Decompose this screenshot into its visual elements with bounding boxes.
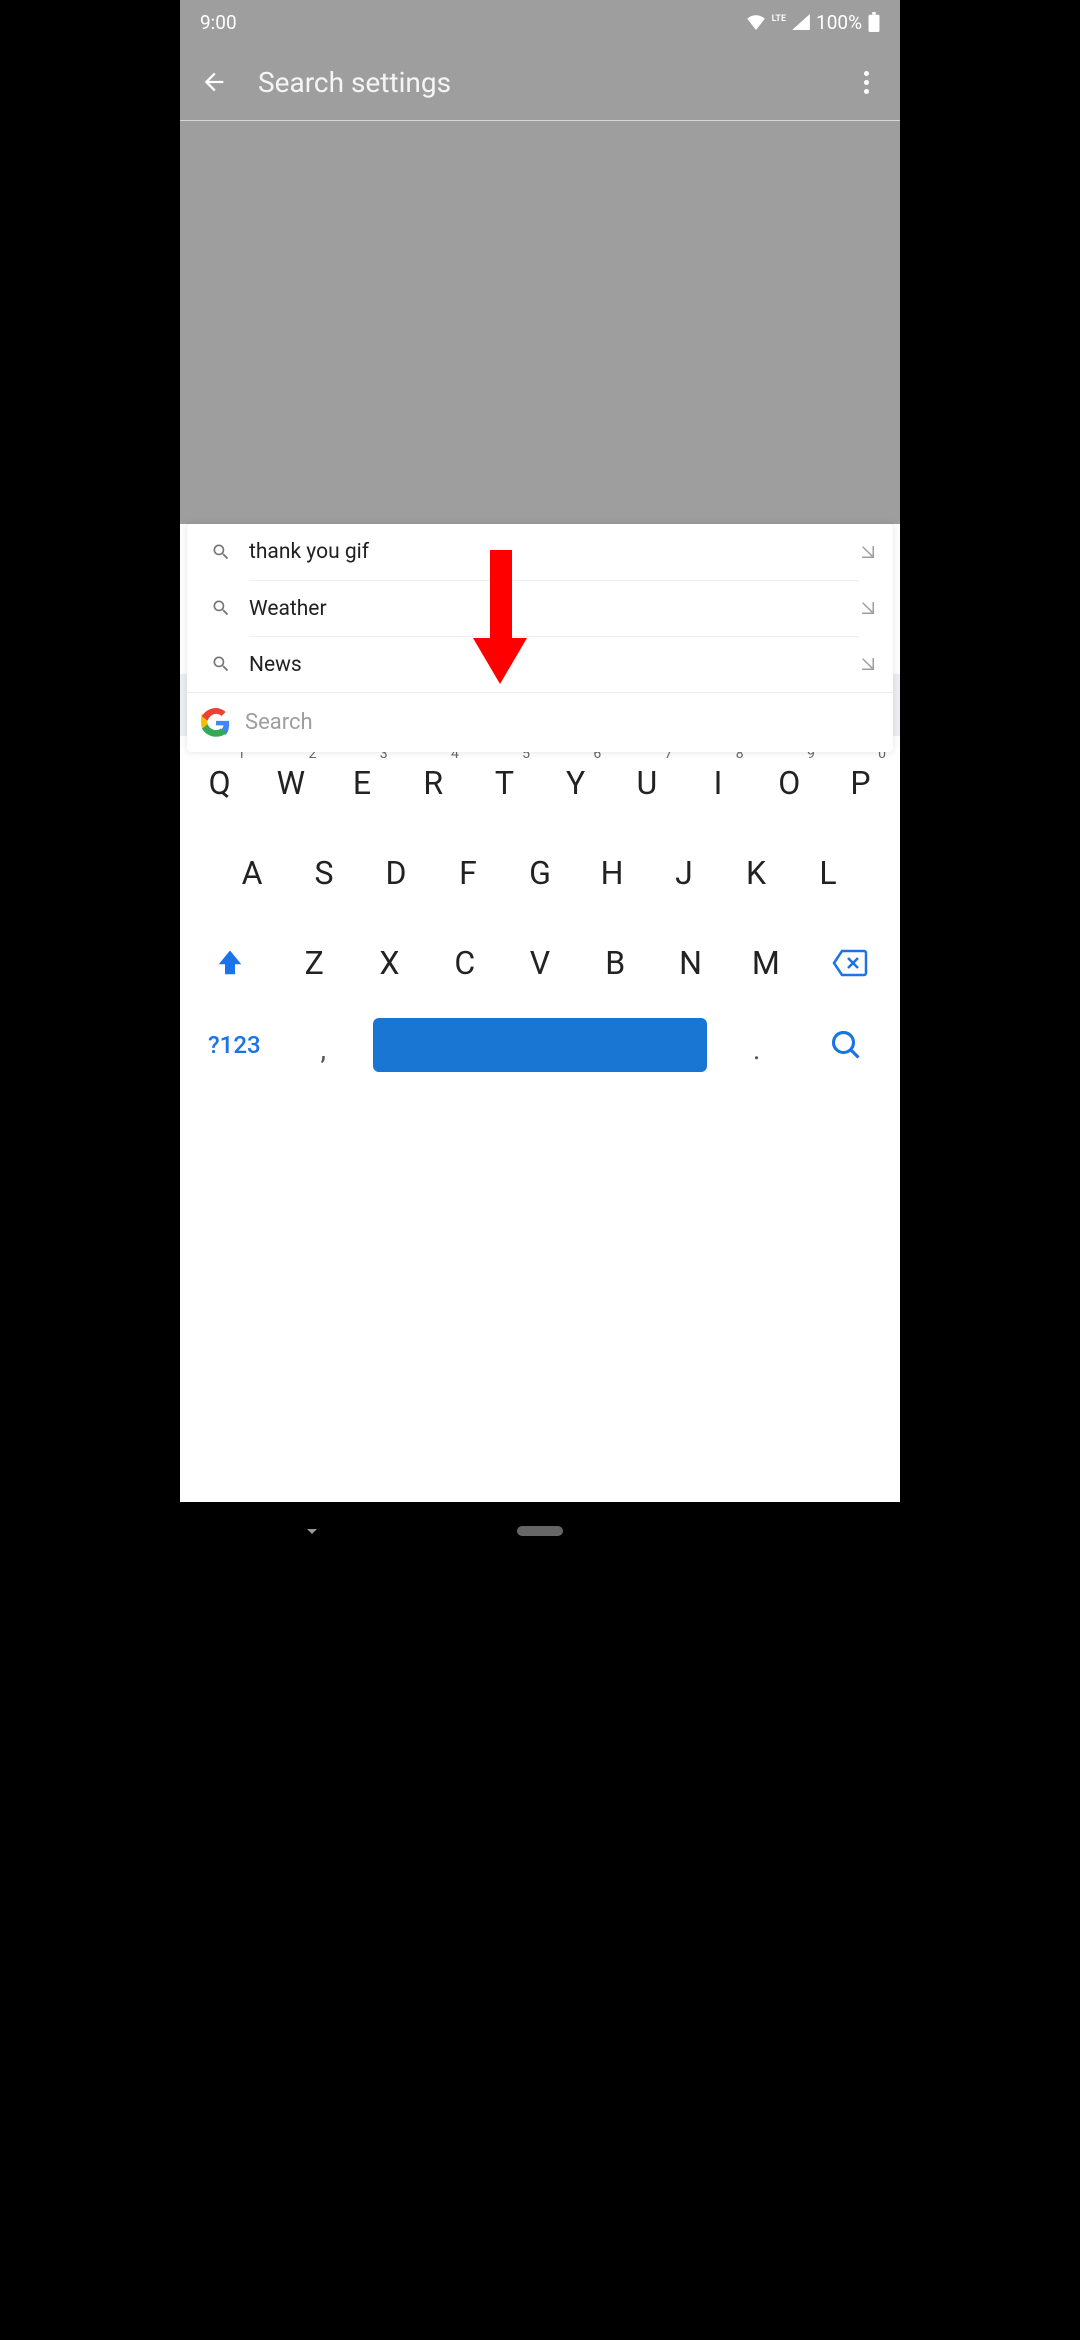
key-c[interactable]: C [427,922,502,1004]
signal-icon [792,14,810,30]
key-i[interactable]: 8I [682,742,753,824]
appbar-divider [180,120,900,121]
backspace-icon [832,949,868,977]
search-suggestions-panel: thank you gif Weather News Search [187,524,893,752]
key-t[interactable]: 5T [469,742,540,824]
keyboard: 1Q2W3E4R5T6Y7U8I9O0P ASDFGHJKL ZXCVBNM ?… [180,736,900,1502]
key-b[interactable]: B [578,922,653,1004]
back-button[interactable] [194,62,234,102]
annotation-arrow [473,550,527,684]
search-placeholder: Search [245,710,313,735]
key-y[interactable]: 6Y [540,742,611,824]
search-icon [211,654,231,674]
search-action-key[interactable] [795,1004,896,1086]
status-icons: LTE 100% [746,11,880,34]
google-logo-icon [201,708,231,738]
key-d[interactable]: D [360,832,432,914]
search-icon [211,598,231,618]
suggestion-row[interactable]: Weather [187,580,893,636]
key-g[interactable]: G [504,832,576,914]
shift-key[interactable] [184,922,277,1004]
keyboard-row-1: 1Q2W3E4R5T6Y7U8I9O0P [184,742,896,824]
suggestion-row[interactable]: News [187,636,893,692]
comma-key[interactable]: , [285,1004,362,1086]
backspace-key[interactable] [803,922,896,1004]
app-bar: Search settings [180,44,900,120]
key-p[interactable]: 0P [825,742,896,824]
key-o[interactable]: 9O [754,742,825,824]
key-w[interactable]: 2W [255,742,326,824]
key-a[interactable]: A [216,832,288,914]
key-z[interactable]: Z [277,922,352,1004]
search-settings-input[interactable]: Search settings [234,66,846,99]
key-q[interactable]: 1Q [184,742,255,824]
insert-suggestion-icon[interactable] [859,655,877,673]
shift-icon [215,948,245,978]
navigation-bar [180,1502,900,1560]
key-e[interactable]: 3E [326,742,397,824]
key-h[interactable]: H [576,832,648,914]
suggestion-text: thank you gif [249,524,859,580]
keyboard-row-2: ASDFGHJKL [184,832,896,914]
home-pill[interactable] [517,1526,563,1536]
arrow-back-icon [200,68,228,96]
status-bar: 9:00 LTE 100% [180,0,900,44]
key-f[interactable]: F [432,832,504,914]
insert-suggestion-icon[interactable] [859,543,877,561]
more-vert-icon [864,71,869,76]
key-r[interactable]: 4R [398,742,469,824]
key-j[interactable]: J [648,832,720,914]
battery-icon [868,12,880,32]
keyboard-row-4: ?123 , . [184,1004,896,1086]
spacebar-key[interactable] [362,1004,718,1086]
battery-percent: 100% [816,11,862,34]
google-search-input[interactable]: Search [187,692,893,752]
wifi-icon [746,14,766,30]
key-k[interactable]: K [720,832,792,914]
key-s[interactable]: S [288,832,360,914]
suggestion-text: Weather [249,580,859,636]
suggestion-text: News [249,636,859,692]
keyboard-row-3: ZXCVBNM [184,922,896,1004]
key-l[interactable]: L [792,832,864,914]
network-label: LTE [772,15,786,24]
key-u[interactable]: 7U [611,742,682,824]
key-x[interactable]: X [352,922,427,1004]
search-icon [831,1030,861,1060]
overflow-menu-button[interactable] [846,71,886,94]
period-key[interactable]: . [718,1004,795,1086]
suggestion-row[interactable]: thank you gif [187,524,893,580]
status-time: 9:00 [200,11,237,34]
keyboard-dismiss-button[interactable] [300,1519,324,1543]
key-v[interactable]: V [502,922,577,1004]
key-m[interactable]: M [728,922,803,1004]
spacebar-surface [373,1018,708,1072]
search-icon [211,542,231,562]
symbols-key[interactable]: ?123 [184,1004,285,1086]
key-n[interactable]: N [653,922,728,1004]
insert-suggestion-icon[interactable] [859,599,877,617]
